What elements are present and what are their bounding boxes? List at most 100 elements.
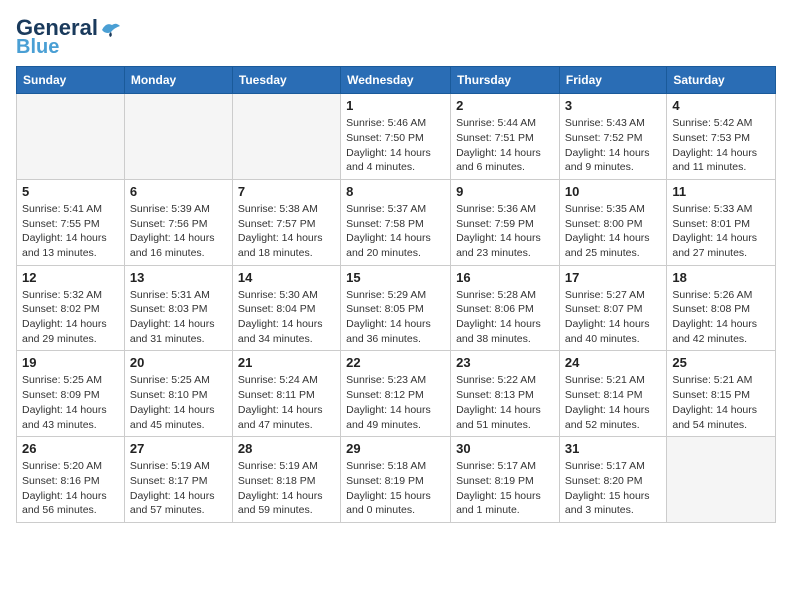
calendar-cell: 20 Sunrise: 5:25 AM Sunset: 8:10 PM Dayli…	[124, 351, 232, 437]
day-info: Sunrise: 5:44 AM Sunset: 7:51 PM Dayligh…	[456, 116, 554, 175]
calendar-cell: 16Sunrise: 5:28 AM Sunset: 8:06 PM Dayli…	[451, 265, 560, 351]
day-info: Sunrise: 5:37 AM Sunset: 7:58 PM Dayligh…	[346, 202, 445, 261]
calendar-cell: 14 Sunrise: 5:30 AM Sunset: 8:04 PM Dayli…	[232, 265, 340, 351]
calendar-cell: 30Sunrise: 5:17 AM Sunset: 8:19 PM Dayli…	[451, 437, 560, 523]
calendar-cell: 19Sunrise: 5:25 AM Sunset: 8:09 PM Dayli…	[17, 351, 125, 437]
day-info: Sunrise: 5:18 AM Sunset: 8:19 PM Dayligh…	[346, 459, 445, 518]
day-number: 1	[346, 98, 445, 113]
day-number: 14	[238, 270, 335, 285]
day-info: Sunrise: 5:31 AM Sunset: 8:03 PM Dayligh…	[130, 288, 227, 347]
calendar-cell: 23 Sunrise: 5:22 AM Sunset: 8:13 PM Dayli…	[451, 351, 560, 437]
day-number: 17	[565, 270, 661, 285]
header-tuesday: Tuesday	[232, 67, 340, 94]
calendar-cell: 9 Sunrise: 5:36 AM Sunset: 7:59 PM Daylig…	[451, 179, 560, 265]
day-number: 5	[22, 184, 119, 199]
day-number: 7	[238, 184, 335, 199]
header-sunday: Sunday	[17, 67, 125, 94]
day-info: Sunrise: 5:29 AM Sunset: 8:05 PM Dayligh…	[346, 288, 445, 347]
calendar-cell: 21 Sunrise: 5:24 AM Sunset: 8:11 PM Dayli…	[232, 351, 340, 437]
calendar-week-row: 19Sunrise: 5:25 AM Sunset: 8:09 PM Dayli…	[17, 351, 776, 437]
calendar-week-row: 1 Sunrise: 5:46 AM Sunset: 7:50 PM Daylig…	[17, 94, 776, 180]
day-number: 28	[238, 441, 335, 456]
calendar-cell: 3 Sunrise: 5:43 AM Sunset: 7:52 PM Daylig…	[559, 94, 666, 180]
day-number: 18	[672, 270, 770, 285]
header-thursday: Thursday	[451, 67, 560, 94]
calendar-cell: 28 Sunrise: 5:19 AM Sunset: 8:18 PM Dayli…	[232, 437, 340, 523]
day-info: Sunrise: 5:39 AM Sunset: 7:56 PM Dayligh…	[130, 202, 227, 261]
calendar-cell: 4 Sunrise: 5:42 AM Sunset: 7:53 PM Daylig…	[667, 94, 776, 180]
calendar-cell	[667, 437, 776, 523]
day-number: 23	[456, 355, 554, 370]
day-number: 24	[565, 355, 661, 370]
day-info: Sunrise: 5:22 AM Sunset: 8:13 PM Dayligh…	[456, 373, 554, 432]
logo-bird-icon	[100, 20, 122, 38]
calendar-cell: 7 Sunrise: 5:38 AM Sunset: 7:57 PM Daylig…	[232, 179, 340, 265]
day-info: Sunrise: 5:38 AM Sunset: 7:57 PM Dayligh…	[238, 202, 335, 261]
day-info: Sunrise: 5:43 AM Sunset: 7:52 PM Dayligh…	[565, 116, 661, 175]
day-number: 25	[672, 355, 770, 370]
header-monday: Monday	[124, 67, 232, 94]
day-number: 4	[672, 98, 770, 113]
calendar-cell: 8Sunrise: 5:37 AM Sunset: 7:58 PM Daylig…	[341, 179, 451, 265]
day-number: 10	[565, 184, 661, 199]
day-info: Sunrise: 5:27 AM Sunset: 8:07 PM Dayligh…	[565, 288, 661, 347]
calendar-cell: 10 Sunrise: 5:35 AM Sunset: 8:00 PM Dayli…	[559, 179, 666, 265]
day-info: Sunrise: 5:33 AM Sunset: 8:01 PM Dayligh…	[672, 202, 770, 261]
day-info: Sunrise: 5:21 AM Sunset: 8:15 PM Dayligh…	[672, 373, 770, 432]
day-number: 30	[456, 441, 554, 456]
calendar-cell: 15 Sunrise: 5:29 AM Sunset: 8:05 PM Dayli…	[341, 265, 451, 351]
day-info: Sunrise: 5:26 AM Sunset: 8:08 PM Dayligh…	[672, 288, 770, 347]
logo: General Blue	[16, 16, 122, 58]
day-number: 26	[22, 441, 119, 456]
page-header: General Blue	[16, 16, 776, 58]
day-number: 27	[130, 441, 227, 456]
day-number: 16	[456, 270, 554, 285]
calendar-cell: 26 Sunrise: 5:20 AM Sunset: 8:16 PM Dayli…	[17, 437, 125, 523]
calendar-header-row: SundayMondayTuesdayWednesdayThursdayFrid…	[17, 67, 776, 94]
day-info: Sunrise: 5:36 AM Sunset: 7:59 PM Dayligh…	[456, 202, 554, 261]
calendar-cell: 1 Sunrise: 5:46 AM Sunset: 7:50 PM Daylig…	[341, 94, 451, 180]
day-number: 3	[565, 98, 661, 113]
day-number: 9	[456, 184, 554, 199]
day-info: Sunrise: 5:32 AM Sunset: 8:02 PM Dayligh…	[22, 288, 119, 347]
calendar-cell	[232, 94, 340, 180]
day-number: 12	[22, 270, 119, 285]
header-saturday: Saturday	[667, 67, 776, 94]
calendar-cell: 22 Sunrise: 5:23 AM Sunset: 8:12 PM Dayli…	[341, 351, 451, 437]
calendar-cell: 24 Sunrise: 5:21 AM Sunset: 8:14 PM Dayli…	[559, 351, 666, 437]
calendar-cell: 17 Sunrise: 5:27 AM Sunset: 8:07 PM Dayli…	[559, 265, 666, 351]
day-number: 2	[456, 98, 554, 113]
day-number: 15	[346, 270, 445, 285]
day-info: Sunrise: 5:17 AM Sunset: 8:20 PM Dayligh…	[565, 459, 661, 518]
calendar-cell: 11 Sunrise: 5:33 AM Sunset: 8:01 PM Dayli…	[667, 179, 776, 265]
day-number: 6	[130, 184, 227, 199]
day-info: Sunrise: 5:30 AM Sunset: 8:04 PM Dayligh…	[238, 288, 335, 347]
day-number: 31	[565, 441, 661, 456]
day-info: Sunrise: 5:19 AM Sunset: 8:18 PM Dayligh…	[238, 459, 335, 518]
calendar-cell: 13 Sunrise: 5:31 AM Sunset: 8:03 PM Dayli…	[124, 265, 232, 351]
header-wednesday: Wednesday	[341, 67, 451, 94]
calendar-cell: 5Sunrise: 5:41 AM Sunset: 7:55 PM Daylig…	[17, 179, 125, 265]
day-number: 22	[346, 355, 445, 370]
calendar-cell: 2 Sunrise: 5:44 AM Sunset: 7:51 PM Daylig…	[451, 94, 560, 180]
calendar-table: SundayMondayTuesdayWednesdayThursdayFrid…	[16, 66, 776, 523]
day-info: Sunrise: 5:24 AM Sunset: 8:11 PM Dayligh…	[238, 373, 335, 432]
day-info: Sunrise: 5:20 AM Sunset: 8:16 PM Dayligh…	[22, 459, 119, 518]
day-number: 20	[130, 355, 227, 370]
day-info: Sunrise: 5:23 AM Sunset: 8:12 PM Dayligh…	[346, 373, 445, 432]
day-info: Sunrise: 5:25 AM Sunset: 8:10 PM Dayligh…	[130, 373, 227, 432]
calendar-cell: 29Sunrise: 5:18 AM Sunset: 8:19 PM Dayli…	[341, 437, 451, 523]
calendar-cell: 25 Sunrise: 5:21 AM Sunset: 8:15 PM Dayli…	[667, 351, 776, 437]
day-info: Sunrise: 5:21 AM Sunset: 8:14 PM Dayligh…	[565, 373, 661, 432]
calendar-cell	[124, 94, 232, 180]
day-info: Sunrise: 5:35 AM Sunset: 8:00 PM Dayligh…	[565, 202, 661, 261]
calendar-cell: 6 Sunrise: 5:39 AM Sunset: 7:56 PM Daylig…	[124, 179, 232, 265]
day-info: Sunrise: 5:46 AM Sunset: 7:50 PM Dayligh…	[346, 116, 445, 175]
day-number: 13	[130, 270, 227, 285]
logo-blue: Blue	[16, 36, 59, 58]
calendar-week-row: 5Sunrise: 5:41 AM Sunset: 7:55 PM Daylig…	[17, 179, 776, 265]
day-info: Sunrise: 5:42 AM Sunset: 7:53 PM Dayligh…	[672, 116, 770, 175]
day-number: 11	[672, 184, 770, 199]
day-number: 21	[238, 355, 335, 370]
day-number: 19	[22, 355, 119, 370]
